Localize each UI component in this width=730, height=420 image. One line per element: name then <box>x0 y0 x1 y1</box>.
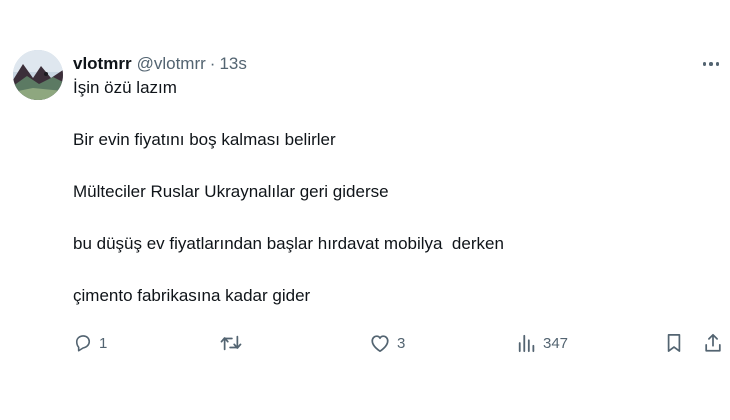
tweet-text-line <box>73 100 713 128</box>
tweet-text-line <box>73 204 713 232</box>
like-button[interactable]: 3 <box>369 330 405 356</box>
tweet: vlotmrr @vlotmrr · 13s İşin özü lazım Bi… <box>0 0 730 420</box>
like-count: 3 <box>397 334 406 352</box>
reply-count: 1 <box>99 334 108 352</box>
tweet-text-line: çimento fabrikasına kadar gider <box>73 286 311 305</box>
reply-button[interactable]: 1 <box>73 330 107 356</box>
tweet-text-line: Mülteciler Ruslar Ukraynalılar geri gide… <box>73 182 389 201</box>
bookmark-icon <box>667 334 681 352</box>
tweet-text-line: Bir evin fiyatını boş kalması belirler <box>73 130 336 149</box>
avatar[interactable] <box>13 50 63 100</box>
tweet-header: vlotmrr @vlotmrr · 13s <box>73 52 713 76</box>
tweet-text-line: İşin özü lazım <box>73 78 177 97</box>
views-icon <box>518 334 535 353</box>
bookmark-button[interactable] <box>665 330 683 356</box>
share-icon <box>705 333 721 352</box>
views-count: 347 <box>543 334 569 352</box>
tweet-text-line: bu düşüş ev fiyatlarından başlar hırdava… <box>73 234 504 253</box>
repost-icon <box>220 335 242 351</box>
tweet-content: vlotmrr @vlotmrr · 13s İşin özü lazım Bi… <box>73 52 713 308</box>
reply-icon <box>75 335 91 352</box>
tweet-time[interactable]: 13s <box>219 54 246 74</box>
repost-button[interactable] <box>219 330 249 356</box>
avatar-image <box>13 50 63 100</box>
views-button[interactable]: 347 <box>517 330 568 356</box>
tweet-actions: 1 3 347 <box>73 330 723 356</box>
author-name[interactable]: vlotmrr <box>73 54 132 74</box>
author-handle[interactable]: @vlotmrr <box>137 54 206 74</box>
tweet-text: İşin özü lazım Bir evin fiyatını boş kal… <box>73 76 713 308</box>
tweet-text-line <box>73 256 713 284</box>
separator-dot: · <box>209 54 216 73</box>
share-button[interactable] <box>703 330 723 356</box>
heart-icon <box>371 335 389 353</box>
tweet-text-line <box>73 152 713 180</box>
